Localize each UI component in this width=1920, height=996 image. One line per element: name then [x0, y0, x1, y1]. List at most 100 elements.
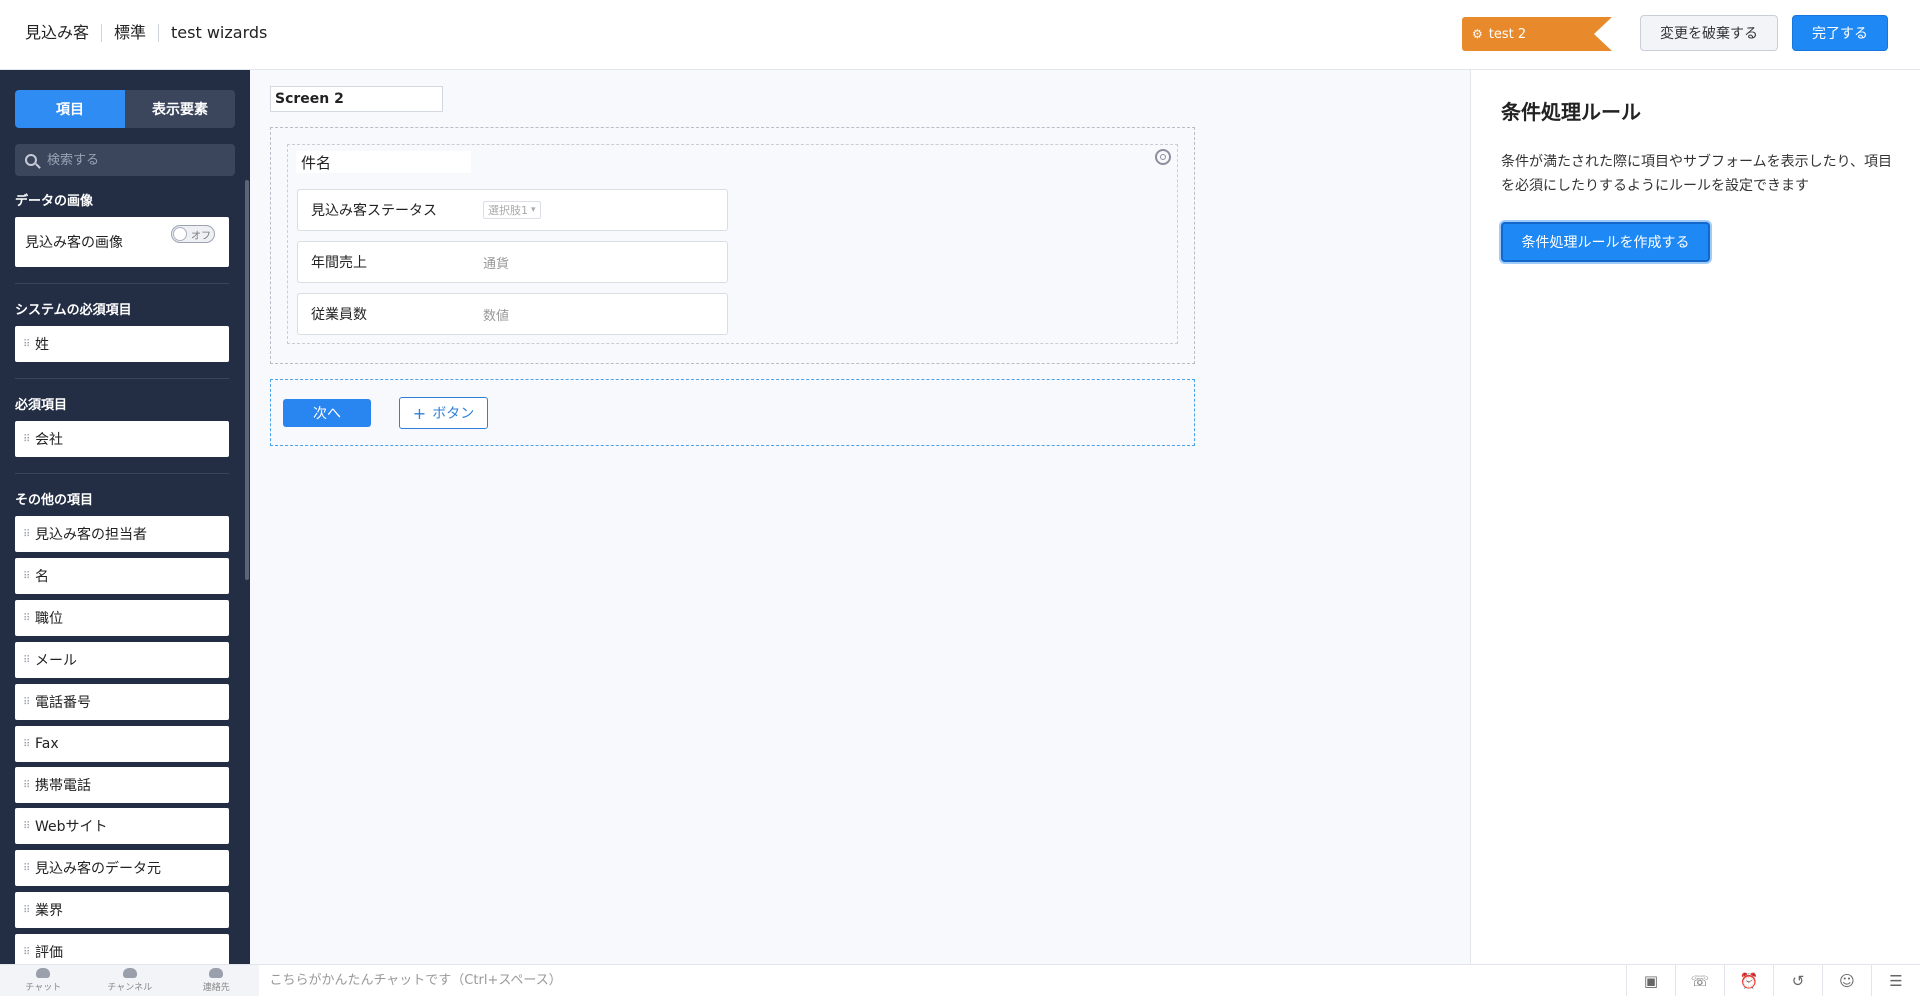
image-field-item: 見込み客の画像 オフ — [15, 217, 229, 267]
chat-icon — [36, 968, 51, 978]
drag-handle-icon: ⠿ — [23, 738, 30, 750]
form-field-row[interactable]: 年間売上 通貨 — [297, 241, 728, 283]
conditional-rules-panel: 条件処理ルール 条件が満たされた際に項目やサブフォームを表示したり、項目を必須に… — [1470, 70, 1920, 964]
add-button-label: ボタン — [432, 406, 475, 422]
wizard-tag-label: test 2 — [1488, 26, 1527, 42]
field-sidebar: 項目 表示要素 データの画像 見込み客の画像 オフ システムの必須項目 ⠿ 姓 … — [0, 70, 250, 964]
form-field-label: 従業員数 — [311, 307, 367, 323]
picklist-value: 選択肢1 — [488, 204, 528, 217]
drag-handle-icon: ⠿ — [23, 696, 30, 708]
field-item[interactable]: ⠿ メール — [15, 642, 229, 678]
section-title-required: 必須項目 — [15, 398, 68, 413]
field-item-label: Fax — [35, 736, 59, 752]
quick-chat-input[interactable] — [259, 965, 1626, 996]
field-item[interactable]: ⠿ 携帯電話 — [15, 767, 229, 803]
bottom-nav: チャット チャンネル 連絡先 — [0, 965, 260, 996]
discard-changes-button[interactable]: 変更を破棄する — [1640, 15, 1778, 51]
wizard-tag[interactable]: ⚙ test 2 — [1462, 17, 1612, 51]
notes-icon[interactable]: ☰ — [1871, 965, 1920, 996]
divider — [15, 283, 229, 284]
field-item-label: 名 — [35, 569, 49, 585]
search-icon — [25, 154, 37, 166]
field-item[interactable]: ⠿ 見込み客のデータ元 — [15, 850, 229, 886]
field-item-label: 職位 — [35, 611, 63, 627]
field-item[interactable]: ⠿ Fax — [15, 726, 229, 762]
field-item[interactable]: ⠿ 評価 — [15, 934, 229, 964]
panel-description: 条件が満たされた際に項目やサブフォームを表示したり、項目を必須にしたりするように… — [1501, 154, 1893, 194]
drag-handle-icon: ⠿ — [23, 612, 30, 624]
field-item-label: 見込み客のデータ元 — [35, 861, 161, 877]
breadcrumb-layout[interactable]: 標準 — [101, 24, 158, 42]
field-item[interactable]: ⠿ 電話番号 — [15, 684, 229, 720]
form-section: 件名 見込み客ステータス 選択肢1 ▾ 年間売上 通貨 従業員数 数値 — [270, 127, 1195, 364]
drag-handle-icon: ⠿ — [23, 946, 30, 958]
tab-fields[interactable]: 項目 — [15, 90, 125, 128]
call-icon[interactable]: ☏ — [1675, 965, 1724, 996]
toggle-knob — [173, 227, 187, 241]
divider — [15, 473, 229, 474]
field-item-label: 評価 — [35, 945, 63, 961]
search-input[interactable] — [47, 152, 217, 168]
drag-handle-icon: ⠿ — [23, 779, 30, 791]
button-section: 次へ + ボタン — [270, 379, 1195, 446]
section-title-image: データの画像 — [15, 194, 94, 209]
top-header: 見込み客 標準 test wizards ⚙ test 2 変更を破棄する 完了… — [0, 0, 1920, 70]
field-item-label: メール — [35, 653, 77, 669]
section-name-input[interactable]: 件名 — [296, 151, 471, 173]
field-item[interactable]: ⠿ 職位 — [15, 600, 229, 636]
breadcrumb: 見込み客 標準 test wizards — [25, 24, 279, 42]
form-field-type: 数値 — [483, 308, 510, 324]
form-field-row[interactable]: 従業員数 数値 — [297, 293, 728, 335]
image-toggle[interactable]: オフ — [171, 225, 215, 243]
done-button[interactable]: 完了する — [1792, 15, 1888, 51]
toggle-label: オフ — [191, 230, 211, 242]
gear-icon[interactable] — [1155, 149, 1171, 165]
breadcrumb-module[interactable]: 見込み客 — [25, 24, 101, 42]
field-item-label: 電話番号 — [35, 695, 91, 711]
field-item-label: 携帯電話 — [35, 778, 91, 794]
alarm-icon[interactable]: ⏰ — [1724, 965, 1773, 996]
bottom-bar: チャット チャンネル 連絡先 ▣ ☏ ⏰ ↺ ☺ ☰ — [0, 964, 1920, 996]
breadcrumb-wizard: test wizards — [158, 24, 279, 42]
screen-name-input[interactable]: Screen 2 — [270, 86, 443, 112]
bottom-nav-label: 連絡先 — [202, 983, 230, 993]
drag-handle-icon: ⠿ — [23, 338, 30, 350]
image-icon[interactable]: ▣ — [1626, 965, 1675, 996]
image-field-label: 見込み客の画像 — [25, 235, 123, 251]
form-field-row[interactable]: 見込み客ステータス 選択肢1 ▾ — [297, 189, 728, 231]
bottom-nav-chat[interactable]: チャット — [0, 965, 86, 996]
create-rule-button[interactable]: 条件処理ルールを作成する — [1501, 222, 1710, 262]
accessibility-icon[interactable]: ☺ — [1822, 965, 1871, 996]
field-item-label: Webサイト — [35, 819, 108, 835]
bottom-nav-contacts[interactable]: 連絡先 — [173, 965, 259, 996]
drag-handle-icon: ⠿ — [23, 570, 30, 582]
field-item[interactable]: ⠿ Webサイト — [15, 808, 229, 844]
field-item-last-name[interactable]: ⠿ 姓 — [15, 326, 229, 362]
bottom-nav-channels[interactable]: チャンネル — [86, 965, 172, 996]
tab-display-elements[interactable]: 表示要素 — [125, 90, 235, 128]
drag-handle-icon: ⠿ — [23, 904, 30, 916]
field-item[interactable]: ⠿ 見込み客の担当者 — [15, 516, 229, 552]
field-item[interactable]: ⠿ 名 — [15, 558, 229, 594]
form-field-label: 年間売上 — [311, 255, 367, 271]
sidebar-tabs: 項目 表示要素 — [15, 90, 235, 128]
panel-title: 条件処理ルール — [1501, 100, 1641, 124]
sidebar-scrollbar[interactable] — [245, 180, 249, 580]
drag-handle-icon: ⠿ — [23, 528, 30, 540]
next-button[interactable]: 次へ — [283, 399, 371, 427]
contact-icon — [209, 968, 224, 978]
picklist-select[interactable]: 選択肢1 ▾ — [483, 201, 541, 219]
chevron-down-icon: ▾ — [531, 205, 536, 215]
field-item-company[interactable]: ⠿ 会社 — [15, 421, 229, 457]
bottom-nav-label: チャンネル — [107, 983, 153, 993]
divider — [15, 378, 229, 379]
form-field-label: 見込み客ステータス — [311, 203, 437, 219]
bottom-nav-label: チャット — [25, 983, 62, 993]
history-icon[interactable]: ↺ — [1773, 965, 1822, 996]
field-item-label: 業界 — [35, 903, 63, 919]
add-button-button[interactable]: + ボタン — [399, 397, 488, 429]
drag-handle-icon: ⠿ — [23, 820, 30, 832]
field-item[interactable]: ⠿ 業界 — [15, 892, 229, 928]
subform-container: 件名 見込み客ステータス 選択肢1 ▾ 年間売上 通貨 従業員数 数値 — [287, 144, 1178, 344]
sidebar-search — [15, 144, 235, 176]
